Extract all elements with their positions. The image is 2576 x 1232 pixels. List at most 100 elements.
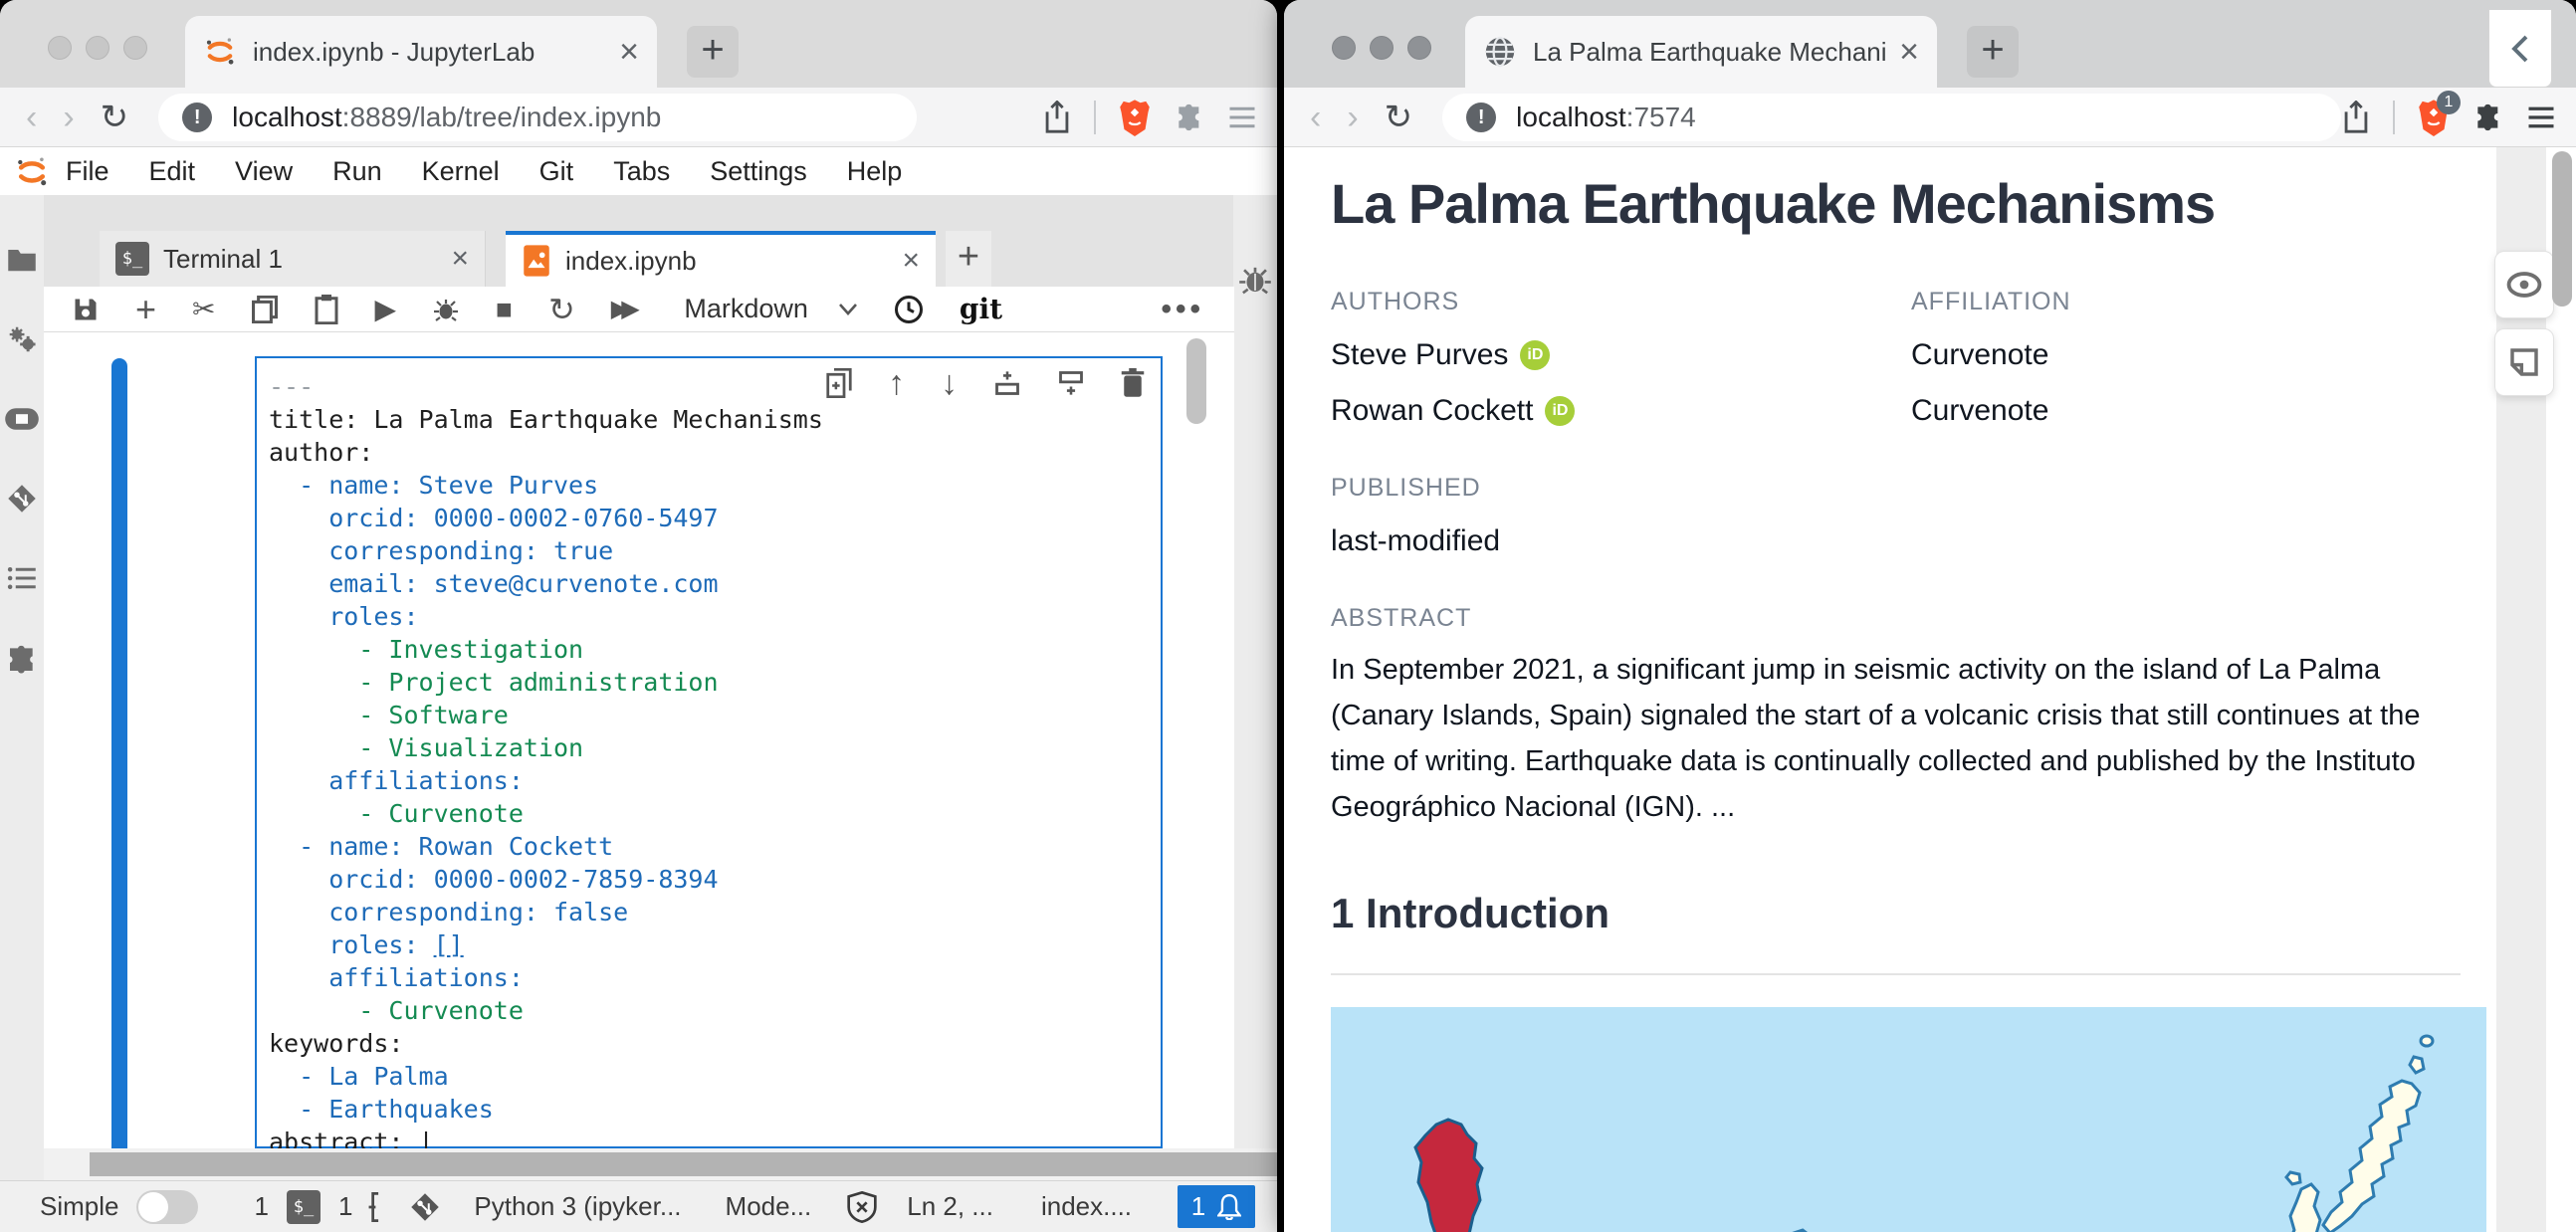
folder-icon[interactable] <box>7 247 37 273</box>
code-line[interactable]: - Visualization <box>269 731 1161 764</box>
menu-view[interactable]: View <box>235 156 293 187</box>
debugger-bug-icon[interactable] <box>1238 265 1272 295</box>
simple-mode-toggle[interactable] <box>136 1190 198 1224</box>
zoom-window-button[interactable] <box>1407 36 1431 60</box>
menu-kernel[interactable]: Kernel <box>422 156 500 187</box>
code-line[interactable]: affiliations: <box>269 764 1161 797</box>
tab-index-ipynb[interactable]: index.ipynb × <box>506 231 936 287</box>
back-icon[interactable]: ‹ <box>26 101 37 134</box>
orcid-icon[interactable]: iD <box>1520 340 1550 370</box>
code-line[interactable]: roles: <box>269 600 1161 633</box>
new-tab-button[interactable]: + <box>1967 26 2019 78</box>
code-line[interactable]: orcid: 0000-0002-7859-8394 <box>269 863 1161 896</box>
code-line[interactable]: title: La Palma Earthquake Mechanisms <box>269 403 1161 436</box>
close-icon[interactable]: × <box>619 35 639 69</box>
kernels-icon[interactable] <box>4 406 40 432</box>
code-line[interactable]: corresponding: false <box>269 896 1161 928</box>
close-icon[interactable]: × <box>451 242 469 276</box>
stop-icon[interactable]: ■ <box>496 296 513 323</box>
page-scrollbar[interactable] <box>2552 151 2572 307</box>
code-line[interactable]: orcid: 0000-0002-0760-5497 <box>269 502 1161 534</box>
horizontal-scrollbar[interactable] <box>44 1148 1277 1180</box>
code-line[interactable]: abstract: | <box>269 1126 1161 1148</box>
code-line[interactable]: - name: Steve Purves <box>269 469 1161 502</box>
code-line[interactable]: affiliations: <box>269 961 1161 994</box>
forward-icon[interactable]: › <box>63 101 74 134</box>
restart-icon[interactable]: ↻ <box>548 294 575 325</box>
author-name[interactable]: Rowan Cockett <box>1331 394 1533 428</box>
menu-help[interactable]: Help <box>847 156 903 187</box>
duplicate-cell-icon[interactable] <box>826 366 852 400</box>
git-branch-icon[interactable] <box>410 1192 440 1222</box>
forward-icon[interactable]: › <box>1347 101 1358 134</box>
menu-file[interactable]: File <box>66 156 109 187</box>
trust-shield-icon[interactable] <box>847 1191 877 1223</box>
menu-icon[interactable] <box>2526 104 2556 130</box>
close-window-button[interactable] <box>48 36 72 60</box>
visibility-button[interactable] <box>2494 251 2554 318</box>
address-bar[interactable]: ! localhost:7574 <box>1442 94 2341 141</box>
gears-icon[interactable] <box>6 324 38 354</box>
code-line[interactable]: - Curvenote <box>269 797 1161 830</box>
move-up-icon[interactable]: ↑ <box>888 366 905 400</box>
code-line[interactable]: - Earthquakes <box>269 1093 1161 1126</box>
minimize-window-button[interactable] <box>86 36 109 60</box>
reload-icon[interactable]: ↻ <box>101 101 129 134</box>
delete-cell-icon[interactable] <box>1121 366 1145 400</box>
new-tab-button[interactable]: + <box>687 26 739 78</box>
annotation-button[interactable] <box>2494 328 2554 396</box>
minimize-window-button[interactable] <box>1370 36 1394 60</box>
cell-type-select[interactable]: Markdown <box>684 294 808 324</box>
markdown-cell[interactable]: ↑ ↓ ---title: La Palma Earthquake Mechan… <box>255 356 1163 1148</box>
cut-icon[interactable]: ✂ <box>192 296 215 323</box>
add-cell-icon[interactable]: + <box>135 292 156 327</box>
kernel-name[interactable]: Python 3 (ipyker... <box>474 1191 681 1222</box>
code-line[interactable]: author: <box>269 436 1161 469</box>
left-titlebar[interactable]: index.ipynb - JupyterLab × + <box>0 0 1277 88</box>
code-line[interactable]: - Project administration <box>269 666 1161 699</box>
collapse-panel-button[interactable] <box>2488 10 2552 88</box>
close-icon[interactable]: × <box>902 244 920 278</box>
menu-tabs[interactable]: Tabs <box>613 156 670 187</box>
move-down-icon[interactable]: ↓ <box>941 366 958 400</box>
command-mode-indicator[interactable]: Mode... <box>726 1191 812 1222</box>
info-icon[interactable]: ! <box>1466 103 1496 132</box>
code-line[interactable]: corresponding: true <box>269 534 1161 567</box>
zoom-window-button[interactable] <box>123 36 147 60</box>
menu-icon[interactable] <box>1227 104 1257 130</box>
puzzle-icon[interactable] <box>6 643 38 675</box>
share-icon[interactable] <box>2341 101 2371 134</box>
add-tab-button[interactable]: + <box>946 231 991 287</box>
code-line[interactable]: - Software <box>269 699 1161 731</box>
brave-icon[interactable] <box>1118 99 1152 136</box>
toc-icon[interactable] <box>7 565 37 591</box>
git-toolbar-label[interactable]: git <box>960 293 1002 325</box>
close-icon[interactable]: × <box>1899 35 1919 69</box>
save-icon[interactable] <box>72 296 100 323</box>
code-line[interactable]: email: steve@curvenote.com <box>269 567 1161 600</box>
orcid-icon[interactable]: iD <box>1545 396 1575 426</box>
reload-icon[interactable]: ↻ <box>1385 101 1413 134</box>
share-icon[interactable] <box>1042 101 1072 134</box>
menu-edit[interactable]: Edit <box>149 156 196 187</box>
insert-above-icon[interactable] <box>993 366 1021 400</box>
author-name[interactable]: Steve Purves <box>1331 338 1508 372</box>
notification-button[interactable]: 1 <box>1178 1185 1255 1228</box>
notebook-scrollbar[interactable] <box>1186 338 1206 424</box>
back-icon[interactable]: ‹ <box>1310 101 1321 134</box>
right-titlebar[interactable]: La Palma Earthquake Mechanis × + <box>1284 0 2576 88</box>
run-icon[interactable]: ▶ <box>375 296 397 323</box>
info-icon[interactable]: ! <box>182 103 212 132</box>
run-all-icon[interactable]: ▶▶ <box>611 298 631 321</box>
menu-settings[interactable]: Settings <box>710 156 807 187</box>
clock-icon[interactable] <box>894 295 924 324</box>
insert-below-icon[interactable] <box>1057 366 1085 400</box>
code-line[interactable]: keywords: <box>269 1027 1161 1060</box>
address-bar[interactable]: ! localhost:8889/lab/tree/index.ipynb <box>158 94 917 141</box>
copy-icon[interactable] <box>252 296 278 323</box>
close-window-button[interactable] <box>1332 36 1356 60</box>
extensions-icon[interactable] <box>2472 102 2504 133</box>
extensions-icon[interactable] <box>1174 102 1205 133</box>
git-icon[interactable] <box>7 484 37 513</box>
code-line[interactable]: roles: [] <box>269 928 1161 961</box>
